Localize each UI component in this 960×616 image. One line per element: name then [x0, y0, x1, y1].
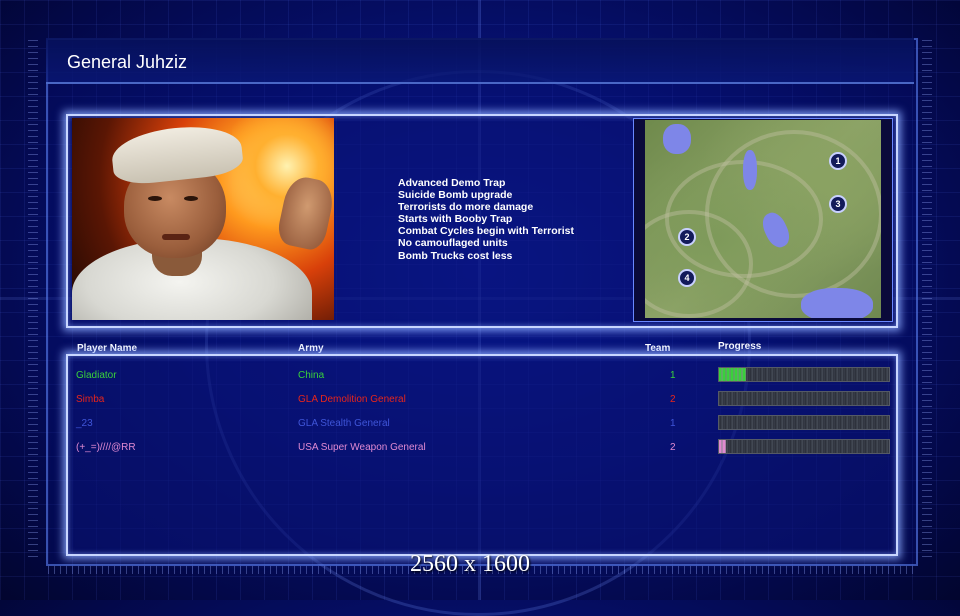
start-position-marker[interactable]: 1 [829, 152, 847, 170]
left-ruler [28, 40, 38, 560]
map-lake [743, 150, 757, 190]
player-progress-bar [718, 367, 890, 382]
player-army: USA Super Weapon General [298, 442, 426, 453]
minimap: 1 2 3 4 [645, 120, 881, 318]
column-header-progress: Progress [718, 341, 762, 352]
trait-item: Combat Cycles begin with Terrorist [398, 225, 575, 238]
player-name: Gladiator [76, 370, 117, 381]
portrait-mouth [162, 234, 190, 240]
resolution-label: 2560 x 1600 [410, 551, 530, 577]
player-row: Gladiator China 1 [70, 364, 890, 388]
player-army: GLA Demolition General [298, 394, 406, 405]
player-army: China [298, 370, 325, 381]
player-name: (+_=)////@RR [76, 442, 136, 453]
player-name: Simba [76, 394, 105, 405]
player-team: 2 [670, 394, 676, 405]
trait-item: Suicide Bomb upgrade [398, 189, 513, 202]
trait-item: Terrorists do more damage [398, 201, 534, 214]
right-ruler [922, 40, 932, 560]
player-progress-fill [719, 368, 747, 381]
trait-item: Starts with Booby Trap [398, 213, 513, 226]
player-progress-bar [718, 415, 890, 430]
player-progress-bar [718, 391, 890, 406]
portrait-eye [184, 196, 198, 201]
player-row: (+_=)////@RR USA Super Weapon General 2 [70, 436, 890, 460]
portrait-headwrap [109, 121, 245, 187]
general-portrait [72, 118, 334, 320]
general-traits-list: Advanced Demo Trap Suicide Bomb upgrade … [398, 177, 574, 262]
general-title: General Juhziz [67, 52, 188, 72]
trait-item: Bomb Trucks cost less [398, 249, 513, 262]
player-name: _23 [76, 418, 93, 429]
player-army: GLA Stealth General [298, 418, 390, 429]
map-lake [801, 288, 873, 318]
player-team: 1 [670, 418, 676, 429]
portrait-eye [148, 196, 162, 201]
start-position-marker[interactable]: 3 [829, 195, 847, 213]
start-position-marker[interactable]: 4 [678, 269, 696, 287]
player-progress-fill [719, 440, 726, 453]
column-header-army: Army [298, 343, 324, 354]
trait-item: Advanced Demo Trap [398, 177, 506, 189]
player-team: 1 [670, 370, 676, 381]
column-header-team: Team [645, 343, 671, 354]
map-lake [663, 124, 691, 154]
column-header-player-name: Player Name [77, 343, 138, 354]
player-row: _23 GLA Stealth General 1 [70, 412, 890, 436]
start-position-marker[interactable]: 2 [678, 228, 696, 246]
trait-item: No camouflaged units [398, 237, 508, 250]
player-row: Simba GLA Demolition General 2 [70, 388, 890, 412]
player-team: 2 [670, 442, 676, 453]
player-progress-bar [718, 439, 890, 454]
